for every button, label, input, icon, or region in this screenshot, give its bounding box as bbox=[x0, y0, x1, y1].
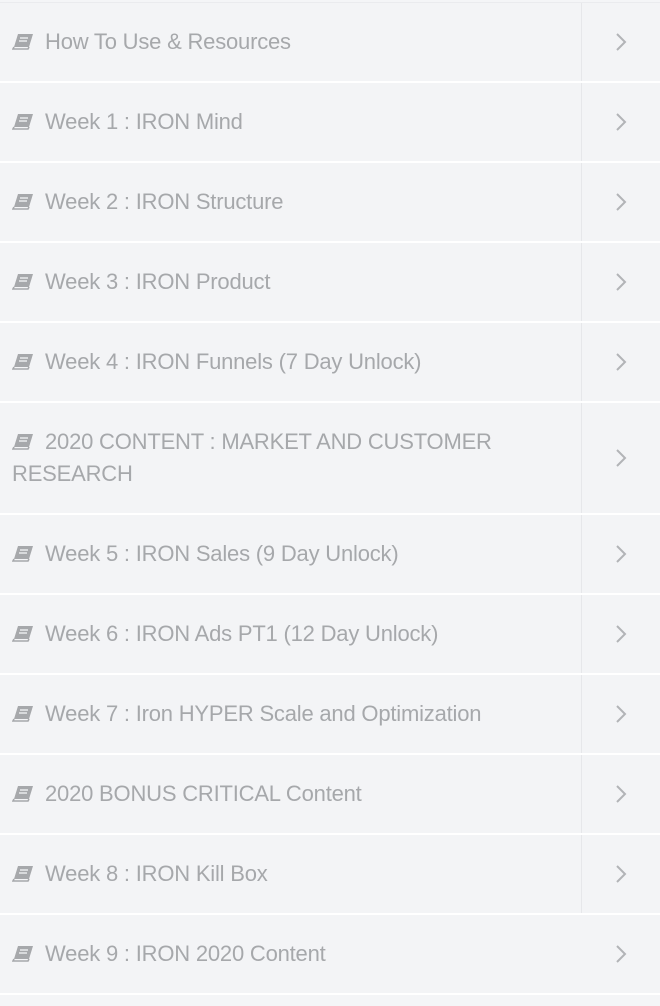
module-title: Week 9 : IRON 2020 Content bbox=[12, 938, 326, 970]
module-title-text: Week 6 : IRON Ads PT1 (12 Day Unlock) bbox=[45, 621, 439, 646]
module-title-text: Week 8 : IRON Kill Box bbox=[45, 861, 268, 886]
expand-button[interactable] bbox=[582, 595, 660, 673]
module-row-how-to-use[interactable]: How To Use & Resources bbox=[0, 3, 660, 83]
module-title-area[interactable]: Week 9 : IRON 2020 Content bbox=[0, 915, 582, 993]
book-icon bbox=[12, 626, 33, 642]
module-title-area[interactable]: Week 7 : Iron HYPER Scale and Optimizati… bbox=[0, 675, 582, 753]
chevron-right-icon bbox=[616, 113, 627, 131]
module-title: Week 5 : IRON Sales (9 Day Unlock) bbox=[12, 538, 399, 570]
module-title: 2020 BONUS CRITICAL Content bbox=[12, 778, 362, 810]
module-row-week-7[interactable]: Week 7 : Iron HYPER Scale and Optimizati… bbox=[0, 675, 660, 755]
chevron-right-icon bbox=[616, 273, 627, 291]
module-title: How To Use & Resources bbox=[12, 26, 291, 58]
chevron-right-icon bbox=[616, 945, 627, 963]
module-title-area[interactable]: Week 3 : IRON Product bbox=[0, 243, 582, 321]
book-icon bbox=[12, 786, 33, 802]
module-title-text: How To Use & Resources bbox=[45, 29, 291, 54]
book-icon bbox=[12, 706, 33, 722]
module-title: Week 2 : IRON Structure bbox=[12, 186, 283, 218]
chevron-right-icon bbox=[616, 449, 627, 467]
book-icon bbox=[12, 274, 33, 290]
module-row-week-4[interactable]: Week 4 : IRON Funnels (7 Day Unlock) bbox=[0, 323, 660, 403]
module-row-week-3[interactable]: Week 3 : IRON Product bbox=[0, 243, 660, 323]
module-row-2020-bonus[interactable]: 2020 BONUS CRITICAL Content bbox=[0, 755, 660, 835]
book-icon bbox=[12, 34, 33, 50]
module-title-text: Week 2 : IRON Structure bbox=[45, 189, 284, 214]
expand-button[interactable] bbox=[582, 915, 660, 993]
module-row-week-1[interactable]: Week 1 : IRON Mind bbox=[0, 83, 660, 163]
module-title: Week 1 : IRON Mind bbox=[12, 106, 243, 138]
book-icon bbox=[12, 194, 33, 210]
module-title-text: Week 7 : Iron HYPER Scale and Optimizati… bbox=[45, 701, 482, 726]
module-row-week-2[interactable]: Week 2 : IRON Structure bbox=[0, 163, 660, 243]
book-icon bbox=[12, 946, 33, 962]
module-title: Week 8 : IRON Kill Box bbox=[12, 858, 268, 890]
module-title: Week 7 : Iron HYPER Scale and Optimizati… bbox=[12, 698, 481, 730]
chevron-right-icon bbox=[616, 785, 627, 803]
chevron-right-icon bbox=[616, 33, 627, 51]
book-icon bbox=[12, 546, 33, 562]
book-icon bbox=[12, 354, 33, 370]
module-title: Week 3 : IRON Product bbox=[12, 266, 270, 298]
expand-button[interactable] bbox=[582, 323, 660, 401]
module-row-week-5[interactable]: Week 5 : IRON Sales (9 Day Unlock) bbox=[0, 515, 660, 595]
module-title: Week 4 : IRON Funnels (7 Day Unlock) bbox=[12, 346, 421, 378]
module-row-2020-content[interactable]: 2020 CONTENT : MARKET AND CUSTOMER RESEA… bbox=[0, 403, 660, 515]
module-title-area[interactable]: Week 4 : IRON Funnels (7 Day Unlock) bbox=[0, 323, 582, 401]
expand-button[interactable] bbox=[582, 243, 660, 321]
chevron-right-icon bbox=[616, 545, 627, 563]
expand-button[interactable] bbox=[582, 835, 660, 913]
expand-button[interactable] bbox=[582, 163, 660, 241]
expand-button[interactable] bbox=[582, 515, 660, 593]
book-icon bbox=[12, 434, 33, 450]
module-title-text: Week 1 : IRON Mind bbox=[45, 109, 243, 134]
module-title-area[interactable]: Week 2 : IRON Structure bbox=[0, 163, 582, 241]
module-row-week-9[interactable]: Week 9 : IRON 2020 Content bbox=[0, 915, 660, 995]
module-title-text: Week 3 : IRON Product bbox=[45, 269, 271, 294]
expand-button[interactable] bbox=[582, 403, 660, 513]
module-title-area[interactable]: 2020 CONTENT : MARKET AND CUSTOMER RESEA… bbox=[0, 403, 582, 513]
module-title-text: Week 4 : IRON Funnels (7 Day Unlock) bbox=[45, 349, 422, 374]
book-icon bbox=[12, 114, 33, 130]
expand-button[interactable] bbox=[582, 755, 660, 833]
module-row-week-8[interactable]: Week 8 : IRON Kill Box bbox=[0, 835, 660, 915]
module-title-area[interactable]: Week 1 : IRON Mind bbox=[0, 83, 582, 161]
chevron-right-icon bbox=[616, 193, 627, 211]
module-title-text: 2020 BONUS CRITICAL Content bbox=[45, 781, 362, 806]
module-title-area[interactable]: 2020 BONUS CRITICAL Content bbox=[0, 755, 582, 833]
expand-button[interactable] bbox=[582, 3, 660, 81]
module-title-area[interactable]: How To Use & Resources bbox=[0, 3, 582, 81]
module-title: Week 6 : IRON Ads PT1 (12 Day Unlock) bbox=[12, 618, 438, 650]
module-title-text: Week 9 : IRON 2020 Content bbox=[45, 941, 326, 966]
module-title-area[interactable]: Week 8 : IRON Kill Box bbox=[0, 835, 582, 913]
module-title-area[interactable]: Week 6 : IRON Ads PT1 (12 Day Unlock) bbox=[0, 595, 582, 673]
module-row-week-6[interactable]: Week 6 : IRON Ads PT1 (12 Day Unlock) bbox=[0, 595, 660, 675]
book-icon bbox=[12, 866, 33, 882]
module-title-text: 2020 CONTENT : MARKET AND CUSTOMER RESEA… bbox=[12, 429, 492, 486]
module-title: 2020 CONTENT : MARKET AND CUSTOMER RESEA… bbox=[12, 426, 541, 490]
chevron-right-icon bbox=[616, 625, 627, 643]
module-title-area[interactable]: Week 5 : IRON Sales (9 Day Unlock) bbox=[0, 515, 582, 593]
expand-button[interactable] bbox=[582, 675, 660, 753]
chevron-right-icon bbox=[616, 705, 627, 723]
module-title-text: Week 5 : IRON Sales (9 Day Unlock) bbox=[45, 541, 399, 566]
chevron-right-icon bbox=[616, 353, 627, 371]
chevron-right-icon bbox=[616, 865, 627, 883]
course-module-list: How To Use & Resources Week 1 : IRON Min… bbox=[0, 2, 660, 995]
expand-button[interactable] bbox=[582, 83, 660, 161]
